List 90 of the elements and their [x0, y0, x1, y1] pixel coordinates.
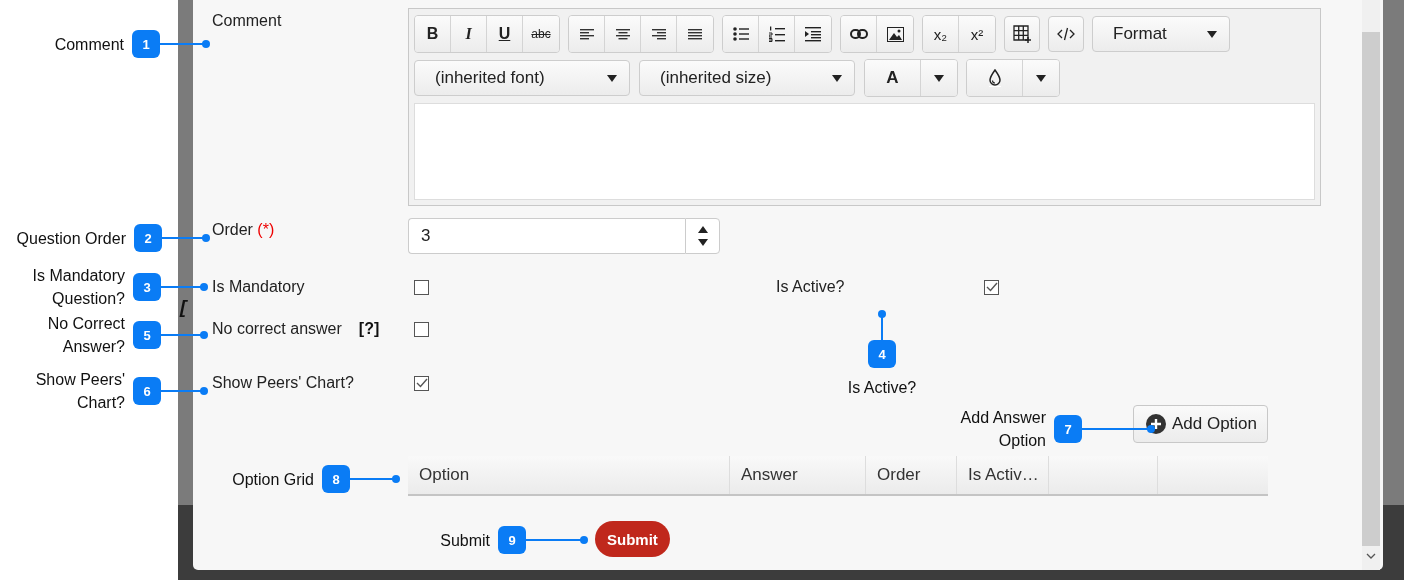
column-header[interactable]: Is Activ… [957, 456, 1049, 494]
align-left-button[interactable] [569, 16, 605, 52]
callout-label: No Correct Answer? [46, 314, 125, 357]
image-button[interactable] [877, 16, 913, 52]
callout-label: Is Active? [847, 378, 917, 398]
justify-button[interactable] [677, 16, 713, 52]
column-header[interactable]: Order [866, 456, 957, 494]
callout-label: Show Peers' Chart? [34, 370, 125, 413]
plus-circle-icon [1145, 414, 1166, 434]
table-icon [1013, 25, 1031, 43]
numbered-list-button[interactable] [759, 16, 795, 52]
help-link[interactable]: [?] [358, 320, 380, 338]
spinner-button[interactable] [685, 218, 720, 254]
number-badge: 5 [133, 321, 161, 349]
callout-label: Add Answer Option [959, 408, 1046, 451]
size-dropdown[interactable]: (inherited size) [639, 60, 855, 96]
toolbar-button[interactable]: x₂ [923, 16, 959, 52]
toolbar-button[interactable]: U [487, 16, 523, 52]
align-center-button[interactable] [605, 16, 641, 52]
number-badge: 6 [133, 377, 161, 405]
down-icon [697, 239, 708, 247]
link-button[interactable] [841, 16, 877, 52]
bullet-list-icon [732, 27, 749, 41]
field-label: No correct answer [212, 320, 342, 338]
callout-label: Submit [440, 530, 490, 551]
caret-icon [607, 74, 617, 82]
callout-label: Question Order [16, 228, 126, 249]
leader-line [526, 536, 588, 544]
number-badge: 2 [134, 224, 162, 252]
checkbox[interactable] [984, 279, 999, 295]
align-right-button[interactable] [641, 16, 677, 52]
dropdown-button[interactable] [1023, 60, 1059, 96]
checkbox[interactable] [414, 321, 429, 337]
column-header[interactable]: Option [408, 456, 730, 494]
caret-icon [934, 74, 944, 82]
toolbar-button[interactable]: I [451, 16, 487, 52]
drop-icon [988, 69, 1001, 87]
background-text: [ [180, 296, 187, 318]
leader-line [161, 331, 208, 339]
up-icon [697, 225, 708, 233]
column-header[interactable]: Answer [730, 456, 866, 494]
add-option-button[interactable]: Add Option [1132, 405, 1268, 443]
leader-line [350, 475, 400, 483]
caret-icon [1207, 30, 1217, 38]
checkbox[interactable] [414, 279, 429, 295]
image-icon [886, 26, 904, 42]
source-code-button[interactable] [1048, 16, 1084, 52]
align-center-icon [615, 27, 630, 41]
link-icon [849, 29, 868, 39]
field-label: Is Active? [776, 278, 846, 296]
leader-line [160, 40, 210, 48]
align-right-icon [651, 27, 666, 41]
callout-label: Is Mandatory Question? [31, 266, 125, 309]
dropdown-button[interactable] [921, 60, 957, 96]
leader-line [162, 234, 210, 242]
align-left-icon [579, 27, 594, 41]
indent-icon [805, 26, 821, 42]
caret-icon [832, 74, 842, 82]
font-dropdown[interactable]: (inherited font) [414, 60, 630, 96]
field-label: Comment [212, 12, 283, 30]
callout-label: Option Grid [232, 469, 314, 490]
field-label: Show Peers' Chart? [212, 374, 355, 392]
callout-label: Comment [54, 34, 124, 55]
number-badge: 4 [868, 340, 896, 368]
justify-icon [688, 27, 702, 41]
text-color-button[interactable]: A [865, 60, 921, 96]
code-icon [1057, 27, 1075, 41]
caret-icon [1036, 74, 1046, 82]
field-label: Order (*) [212, 221, 276, 239]
leader-line [161, 387, 208, 395]
number-badge: 7 [1054, 415, 1082, 443]
toolbar-button[interactable]: B [415, 16, 451, 52]
submit-button[interactable]: Submit [595, 521, 670, 557]
leader-line [161, 283, 208, 291]
numbered-list-icon [768, 26, 785, 42]
indent-button[interactable] [795, 16, 831, 52]
number-field[interactable]: 3 [408, 218, 685, 254]
toolbar-button[interactable]: x² [959, 16, 995, 52]
number-badge: 3 [133, 273, 161, 301]
scroll-down-icon[interactable] [1366, 553, 1376, 559]
checkbox[interactable] [414, 375, 429, 391]
toolbar-button[interactable]: abc [523, 16, 559, 52]
number-badge: 8 [322, 465, 350, 493]
number-badge: 9 [498, 526, 526, 554]
table-button[interactable] [1004, 16, 1040, 52]
format-dropdown[interactable]: Format [1092, 16, 1230, 52]
number-badge: 1 [132, 30, 160, 58]
leader-line [878, 310, 886, 340]
field-label: Is Mandatory [212, 278, 306, 296]
bullet-list-button[interactable] [723, 16, 759, 52]
